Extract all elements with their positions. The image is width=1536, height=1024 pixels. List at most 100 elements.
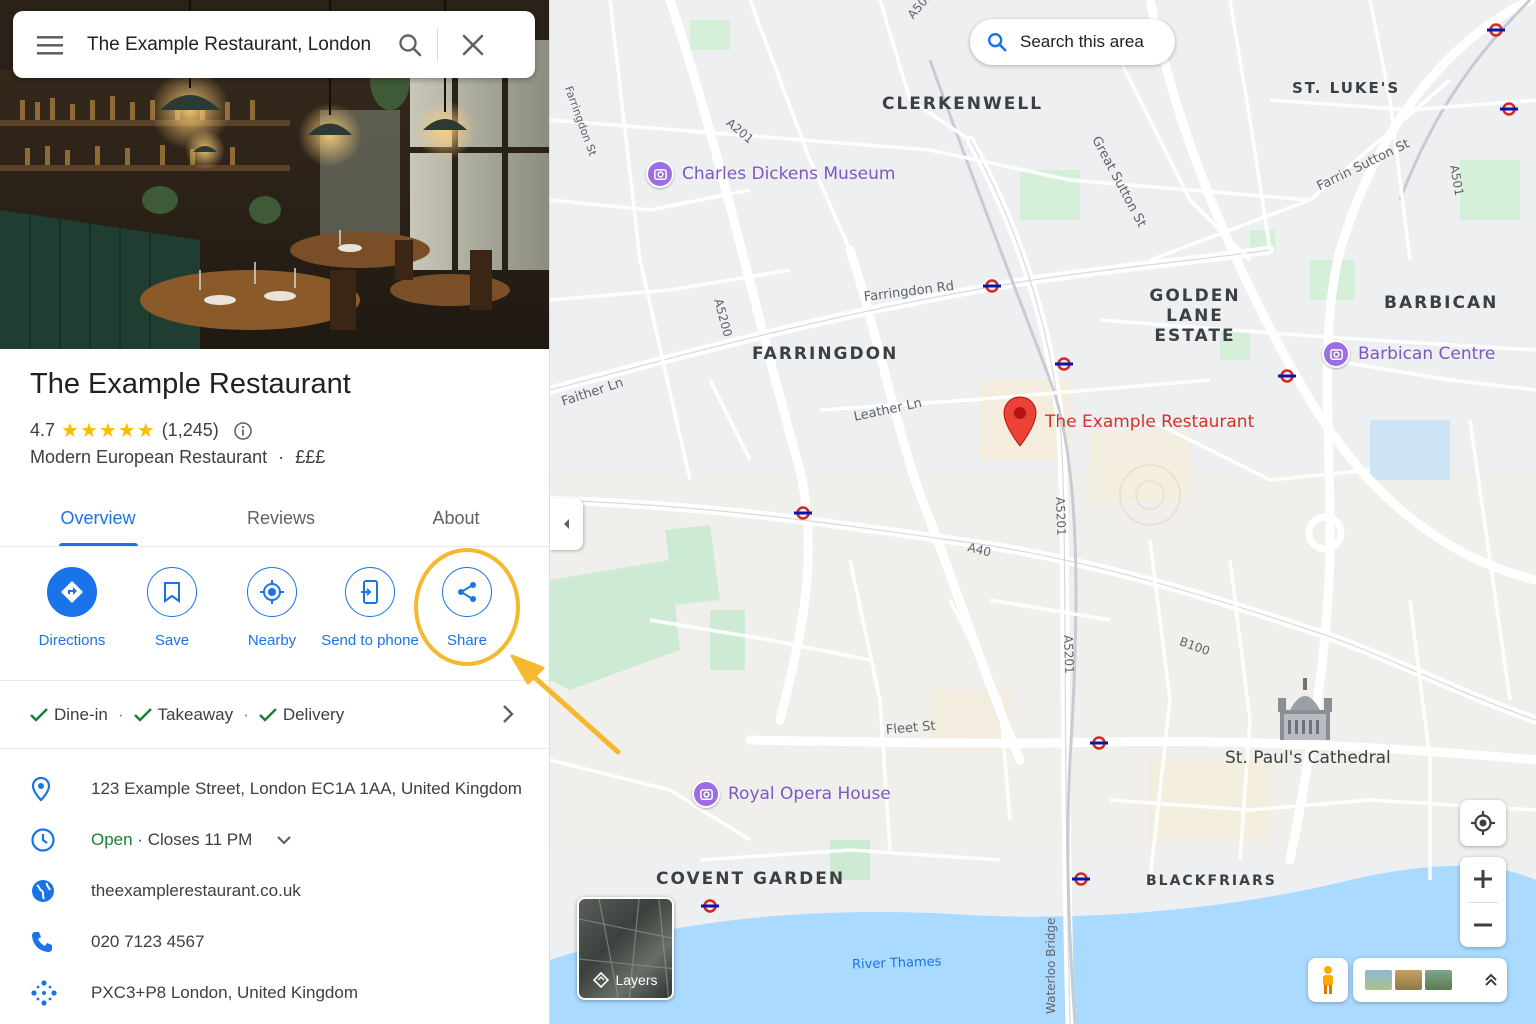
pegman-icon — [1323, 966, 1333, 994]
layers-button[interactable]: Layers — [577, 897, 674, 1000]
service-label: Dine-in — [54, 705, 108, 724]
clear-search-button[interactable] — [450, 22, 496, 68]
menu-button[interactable] — [13, 35, 87, 55]
zoom-out-button[interactable] — [1460, 902, 1506, 947]
zoom-in-button[interactable] — [1460, 857, 1506, 902]
district-label-blackfriars: BLACKFRIARS — [1146, 873, 1277, 889]
place-title: The Example Restaurant — [30, 368, 351, 400]
website-row[interactable]: theexamplerestaurant.co.uk — [0, 866, 549, 916]
close-icon — [462, 34, 484, 55]
save-label: Save — [154, 632, 190, 649]
chevron-down-icon[interactable] — [276, 835, 292, 845]
check-icon — [30, 708, 48, 722]
reviews-count[interactable]: (1,245) — [162, 420, 219, 441]
zoom-controls — [1460, 857, 1506, 947]
tube-station-icon[interactable] — [1278, 369, 1296, 383]
district-label-golden-lane-estate: GOLDEN LANE ESTATE — [1149, 286, 1241, 346]
save-button[interactable]: Save — [122, 567, 222, 651]
district-label-farringdon: FARRINGDON — [752, 344, 899, 364]
tube-station-icon[interactable] — [983, 279, 1001, 293]
traffic-thumbnail[interactable] — [1425, 970, 1452, 990]
share-button[interactable]: Share — [417, 567, 517, 651]
search-box — [13, 11, 535, 78]
landmark-label: St. Paul's Cathedral — [1225, 748, 1391, 768]
tube-station-icon[interactable] — [1090, 736, 1108, 750]
nearby-button[interactable]: Nearby — [222, 567, 322, 651]
tube-station-icon[interactable] — [1055, 357, 1073, 371]
search-button[interactable] — [387, 22, 433, 68]
directions-button[interactable]: Directions — [22, 567, 122, 651]
terrain-thumbnail[interactable] — [1365, 970, 1392, 990]
selected-place-label[interactable]: The Example Restaurant — [1045, 412, 1254, 432]
cathedral-icon[interactable] — [1276, 676, 1334, 742]
phone-icon — [0, 930, 91, 954]
service-separator: · — [117, 705, 124, 724]
directions-label: Directions — [38, 632, 106, 649]
tube-station-icon[interactable] — [1500, 102, 1518, 116]
chevron-right-icon — [503, 705, 514, 723]
river-label: River Thames — [851, 954, 942, 973]
tube-station-icon[interactable] — [794, 506, 812, 520]
poi-charles-dickens-museum[interactable]: Charles Dickens Museum — [646, 160, 895, 188]
street-view-pegman-button[interactable] — [1308, 958, 1348, 1002]
address-text: 123 Example Street, London EC1A 1AA, Uni… — [91, 779, 522, 798]
phone-row[interactable]: 020 7123 4567 — [0, 917, 549, 967]
send-to-phone-icon — [345, 567, 395, 617]
hamburger-menu-icon — [37, 35, 63, 55]
tube-station-icon[interactable] — [1487, 23, 1505, 37]
tab-reviews[interactable]: Reviews — [206, 508, 356, 529]
search-input[interactable] — [87, 33, 387, 56]
tab-bar: Overview Reviews About — [0, 490, 549, 547]
rating-value: 4.7 — [30, 420, 56, 440]
search-icon — [988, 33, 1007, 52]
service-dine-in: Dine-in — [30, 705, 108, 725]
bridge-label: Waterloo Bridge — [1044, 917, 1058, 1014]
service-label: Delivery — [282, 705, 345, 724]
check-icon — [133, 708, 152, 722]
send-to-phone-button[interactable]: Send to phone — [320, 567, 420, 651]
service-options-row[interactable]: Dine-in · Takeaway · Delivery — [0, 682, 549, 749]
place-details-panel: The Example Restaurant 4.7 ★★★★★ (1,245)… — [0, 0, 550, 1024]
category-row: Modern European Restaurant · £££ — [30, 447, 325, 468]
plus-code-text: PXC3+P8 London, United Kingdom — [91, 983, 358, 1002]
tab-about[interactable]: About — [381, 508, 531, 529]
my-location-icon — [1471, 811, 1495, 835]
satellite-thumbnail[interactable] — [1395, 970, 1422, 990]
hours-row[interactable]: Open · Closes 11 PM — [0, 815, 549, 865]
info-icon[interactable] — [233, 421, 253, 441]
nearby-icon — [247, 567, 297, 617]
chevron-left-icon — [563, 519, 569, 529]
minus-icon — [1474, 923, 1492, 927]
location-pin-icon — [0, 776, 91, 802]
nearby-label: Nearby — [247, 632, 297, 649]
check-icon — [258, 708, 277, 722]
poi-label: Charles Dickens Museum — [682, 164, 896, 184]
share-label: Share — [446, 632, 488, 649]
service-takeaway: Takeaway — [133, 705, 233, 725]
tab-overview[interactable]: Overview — [23, 508, 173, 529]
poi-barbican-centre[interactable]: Barbican Centre — [1322, 340, 1495, 368]
theater-icon — [1322, 340, 1350, 368]
district-label-barbican: BARBICAN — [1384, 293, 1499, 313]
layers-label-row: Layers — [579, 972, 672, 988]
map-type-thumbnails[interactable] — [1353, 958, 1507, 1002]
category-label[interactable]: Modern European Restaurant — [30, 447, 267, 467]
search-this-area-button[interactable]: Search this area — [970, 19, 1175, 65]
price-level: £££ — [295, 447, 326, 467]
address-row[interactable]: 123 Example Street, London EC1A 1AA, Uni… — [0, 764, 549, 814]
map-canvas[interactable]: CLERKENWELL ST. LUKE'S GOLDEN LANE ESTAT… — [550, 0, 1536, 1024]
poi-label: Royal Opera House — [728, 784, 891, 804]
website-link[interactable]: theexamplerestaurant.co.uk — [91, 881, 301, 901]
active-tab-indicator — [59, 543, 138, 546]
search-divider — [437, 27, 438, 62]
rating-row: 4.7 ★★★★★ (1,245) — [30, 418, 253, 443]
poi-royal-opera-house[interactable]: Royal Opera House — [692, 780, 891, 808]
my-location-button[interactable] — [1460, 800, 1506, 846]
plus-code-row[interactable]: PXC3+P8 London, United Kingdom — [0, 968, 549, 1018]
selected-place-marker-icon[interactable] — [1002, 396, 1038, 448]
share-icon — [442, 567, 492, 617]
road-label-a5201-south: A5201 — [1061, 634, 1077, 674]
collapse-panel-button[interactable] — [550, 498, 583, 550]
tube-station-icon[interactable] — [701, 899, 719, 913]
tube-station-icon[interactable] — [1072, 872, 1090, 886]
